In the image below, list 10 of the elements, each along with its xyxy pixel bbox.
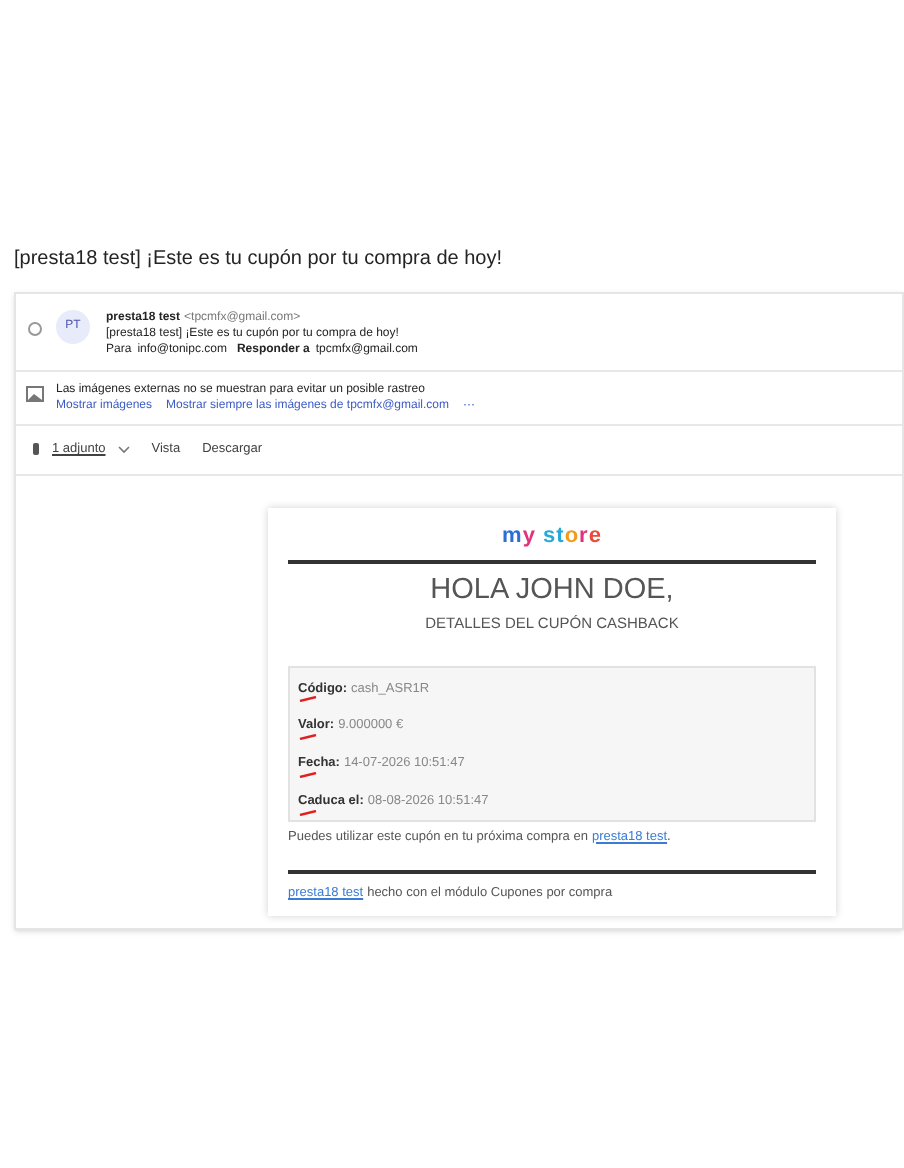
store-logo: my store — [500, 521, 604, 552]
underline-stroke — [298, 771, 318, 778]
email-subject: [presta18 test] ¡Este es tu cupón por tu compra de hoy! — [14, 246, 505, 274]
image-icon — [26, 386, 44, 402]
select-radio[interactable] — [28, 322, 42, 336]
greeting: HOLA JOHN DOE, — [428, 574, 676, 607]
chevron-down-icon — [117, 445, 130, 454]
underline-stroke — [298, 734, 318, 740]
underline-stroke — [298, 809, 318, 815]
underline-stroke — [298, 696, 318, 703]
